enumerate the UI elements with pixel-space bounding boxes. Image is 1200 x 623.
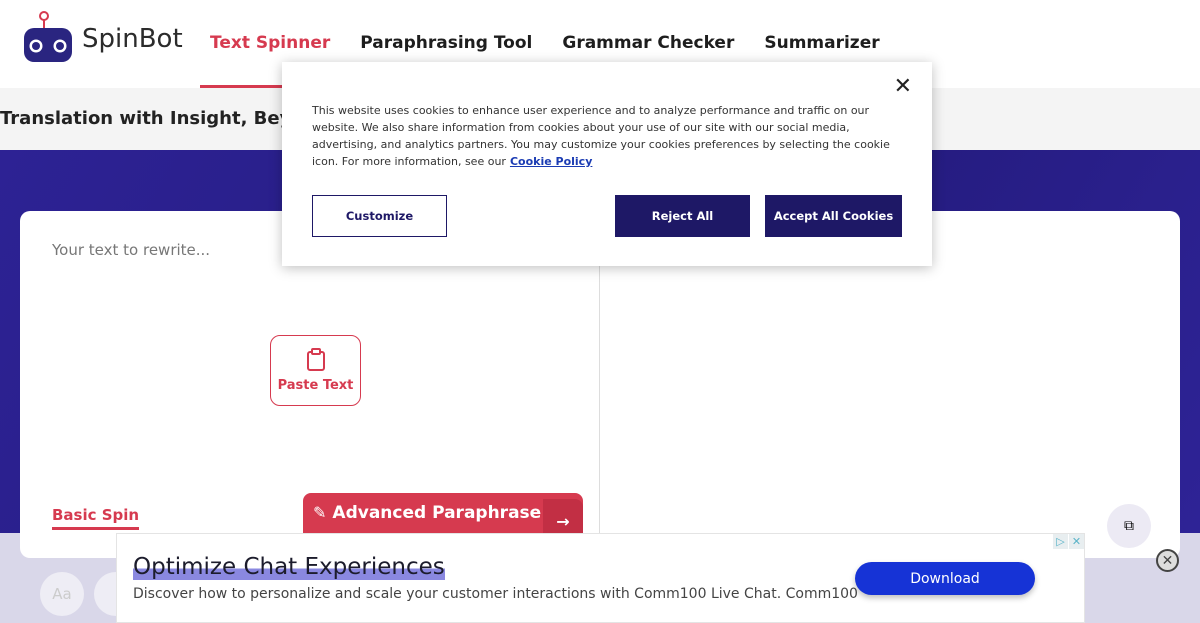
reject-all-button[interactable]: Reject All: [615, 195, 750, 237]
cookie-message-text: This website uses cookies to enhance use…: [312, 104, 890, 168]
nav-paraphrasing-tool[interactable]: Paraphrasing Tool: [360, 33, 532, 53]
adchoices-icon[interactable]: ▷: [1053, 534, 1068, 549]
font-case-label: Aa: [52, 585, 72, 603]
nav-summarizer[interactable]: Summarizer: [764, 33, 879, 53]
clipboard-icon: [306, 348, 325, 371]
ad-choices[interactable]: ▷ ✕: [1052, 534, 1084, 549]
close-icon[interactable]: ✕: [894, 74, 912, 99]
cookie-consent-dialog: ✕ This website uses cookies to enhance u…: [282, 62, 932, 266]
nav-text-spinner[interactable]: Text Spinner: [210, 33, 330, 53]
ad-download-button[interactable]: Download: [855, 562, 1035, 595]
close-ad-icon[interactable]: ✕: [1156, 549, 1179, 572]
advanced-paraphrase-label: Advanced Paraphrase: [332, 503, 542, 523]
input-textarea[interactable]: Your text to rewrite...: [52, 241, 210, 259]
logo-text: SpinBot: [82, 24, 183, 54]
nav-grammar-checker[interactable]: Grammar Checker: [562, 33, 734, 53]
copy-button[interactable]: ⧉: [1107, 504, 1151, 548]
logo[interactable]: SpinBot: [22, 10, 183, 68]
cookie-message: This website uses cookies to enhance use…: [312, 102, 902, 170]
accept-all-cookies-button[interactable]: Accept All Cookies: [765, 195, 902, 237]
paste-text-label: Paste Text: [277, 378, 354, 393]
main-nav: Text Spinner Paraphrasing Tool Grammar C…: [210, 33, 880, 53]
ad-banner[interactable]: Optimize Chat Experiences Discover how t…: [116, 533, 1085, 623]
copy-icon: ⧉: [1124, 518, 1134, 534]
customize-button[interactable]: Customize: [312, 195, 447, 237]
document-edit-icon: ✎: [313, 503, 327, 522]
ad-title[interactable]: Optimize Chat Experiences: [133, 554, 445, 580]
ad-close-x-icon[interactable]: ✕: [1069, 534, 1084, 549]
tagline: Translation with Insight, Beyond: [0, 108, 330, 129]
tab-basic-spin[interactable]: Basic Spin: [52, 506, 140, 530]
paste-text-button[interactable]: Paste Text: [270, 335, 361, 406]
spinbot-logo-icon: [24, 11, 72, 62]
cookie-policy-link[interactable]: Cookie Policy: [510, 155, 592, 168]
font-case-button[interactable]: Aa: [40, 572, 84, 616]
ad-description: Discover how to personalize and scale yo…: [133, 586, 858, 602]
